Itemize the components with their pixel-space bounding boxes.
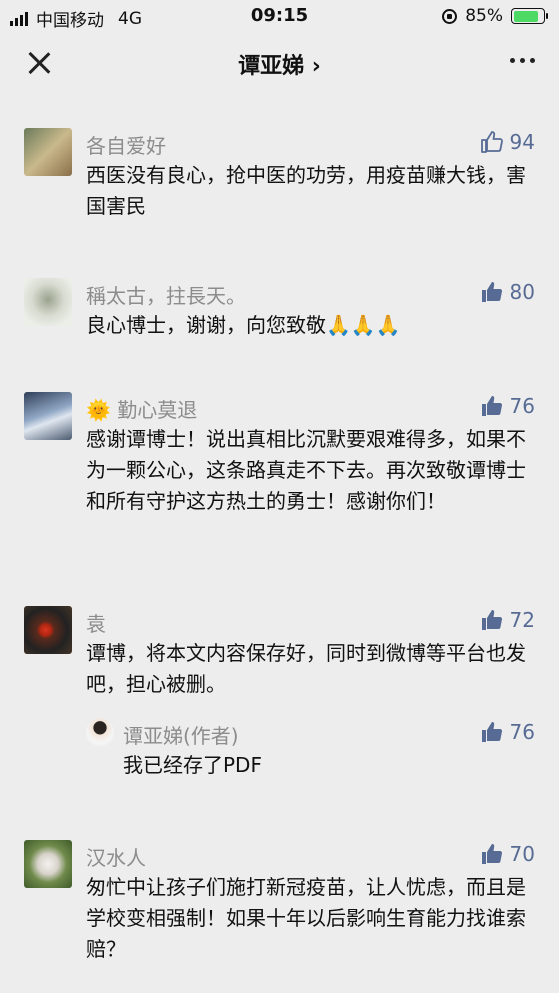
avatar[interactable] (24, 606, 72, 654)
like-count: 70 (509, 842, 535, 866)
status-right: 85% (442, 6, 548, 26)
thumb-up-icon (481, 396, 502, 416)
thumb-up-icon (481, 722, 502, 742)
battery-percent: 85% (465, 6, 503, 26)
avatar[interactable] (24, 278, 72, 326)
like-count: 76 (509, 720, 535, 744)
avatar[interactable] (24, 128, 72, 176)
reply-text: 我已经存了PDF (123, 753, 262, 777)
like-count: 76 (509, 394, 535, 418)
comment-username[interactable]: 稱太古，拄長天。 (86, 280, 246, 309)
comment-text: 西医没有良心，抢中医的功劳，用疫苗赚大钱，害国害民 (86, 163, 526, 218)
comment-username[interactable]: 袁 (86, 608, 106, 637)
comment-text: 良心博士，谢谢，向您致敬🙏🙏🙏 (86, 313, 401, 337)
status-bar: 中国移动 4G 09:15 85% (0, 0, 559, 34)
page-title[interactable]: 谭亚娣 › (0, 48, 559, 80)
comment-username[interactable]: 🌞 勤心莫退 (86, 394, 197, 423)
like-count: 72 (509, 608, 535, 632)
comment-username[interactable]: 各自爱好 (86, 130, 166, 159)
more-options-icon[interactable] (508, 50, 537, 71)
avatar[interactable] (24, 840, 72, 888)
comment-text: 谭博，将本文内容保存好，同时到微博等平台也发吧，担心被删。 (86, 641, 526, 696)
rotation-lock-icon (442, 8, 458, 24)
like-button[interactable]: 76 (480, 720, 535, 744)
reply-username[interactable]: 谭亚娣(作者) (123, 720, 239, 749)
like-button[interactable]: 76 (480, 394, 535, 418)
comment-text: 感谢谭博士！说出真相比沉默要艰难得多，如果不为一颗公心，这条路真走不下去。再次致… (86, 427, 526, 513)
comment-text: 匆忙中让孩子们施打新冠疫苗，让人忧虑，而且是学校变相强制！如果十年以后影响生育能… (86, 875, 526, 961)
like-button[interactable]: 94 (480, 130, 535, 154)
nav-bar: 谭亚娣 › (0, 34, 559, 92)
like-button[interactable]: 70 (480, 842, 535, 866)
thumb-up-outline-icon (480, 131, 503, 153)
like-button[interactable]: 72 (480, 608, 535, 632)
thumb-up-icon (481, 610, 502, 630)
thumb-up-icon (481, 844, 502, 864)
like-button[interactable]: 80 (480, 280, 535, 304)
like-count: 80 (509, 280, 535, 304)
avatar[interactable] (86, 718, 114, 746)
thumb-up-icon (481, 282, 502, 302)
battery-icon (511, 8, 548, 24)
comment-username[interactable]: 汉水人 (86, 842, 146, 871)
like-count: 94 (509, 130, 535, 154)
avatar[interactable] (24, 392, 72, 440)
